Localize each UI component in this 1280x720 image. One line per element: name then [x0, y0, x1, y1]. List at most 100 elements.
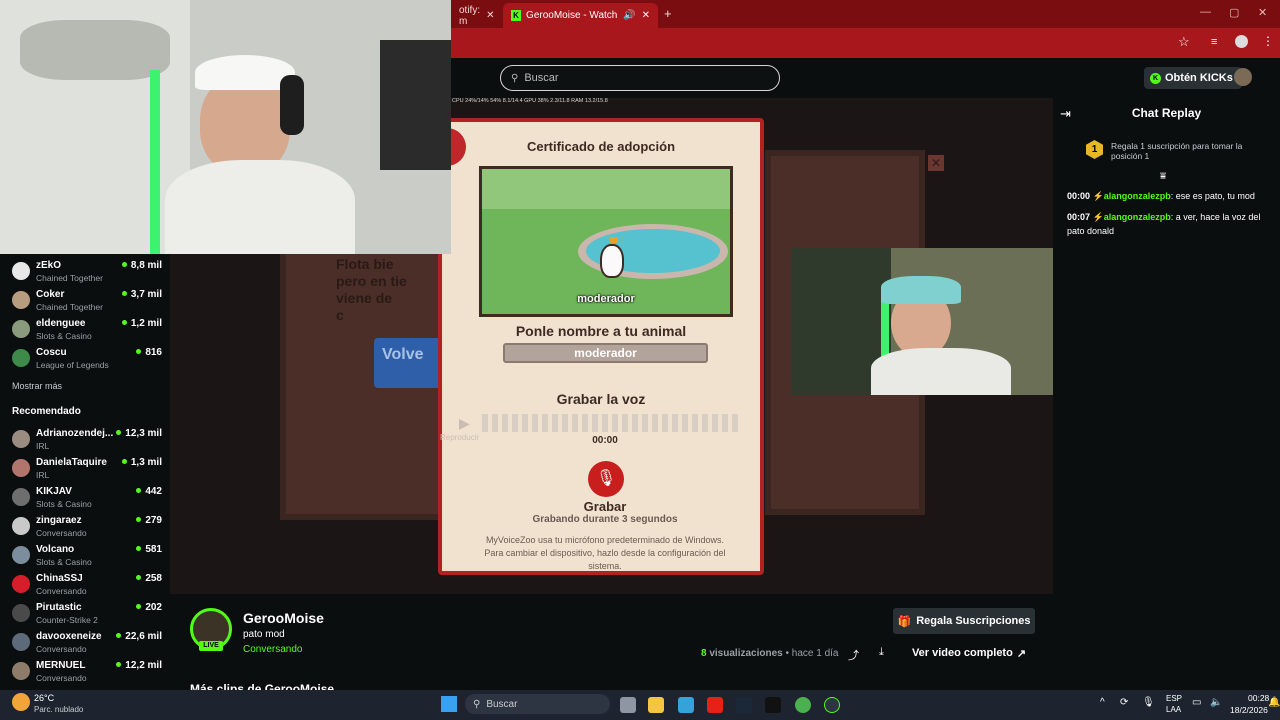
profile-avatar[interactable]	[1235, 35, 1248, 48]
menu-kebab-icon[interactable]: ⋮	[1262, 34, 1274, 48]
avatar	[12, 430, 30, 448]
show-more-link[interactable]: Mostrar más	[12, 381, 62, 391]
gift-leaderboard-prompt[interactable]: Regala 1 suscripción para tomar la posic…	[1111, 141, 1261, 161]
download-icon[interactable]: ⤓	[879, 646, 884, 659]
sidebar-channel[interactable]: Coker Chained Together 3,7 mil	[12, 287, 162, 316]
search-input[interactable]: ⚲ Buscar	[500, 65, 780, 91]
maximize-icon[interactable]: ▢	[1229, 6, 1239, 19]
sidebar-channel[interactable]: eldenguee Slots & Casino 1,2 mil	[12, 316, 162, 345]
viewer-count: 816	[136, 347, 162, 358]
user-avatar[interactable]	[1234, 68, 1252, 86]
close-icon[interactable]: ✕	[642, 10, 650, 21]
record-button-label: Grabar	[583, 499, 627, 514]
close-icon[interactable]: ✕	[486, 10, 494, 21]
chat-message: 00:00 ⚡alangonzalezpb: ese es pato, tu m…	[1067, 191, 1255, 201]
tray-expand-icon[interactable]: ^	[1100, 697, 1105, 708]
minimize-icon[interactable]: —	[1200, 6, 1211, 18]
channel-name: Coscu	[36, 347, 67, 358]
stats-overlay: CPU 24%/14% 54% 8.1/14.4 GPU 38% 2.3/11.…	[452, 98, 608, 104]
viewer-count: 1,2 mil	[122, 318, 162, 329]
youtube-icon[interactable]	[707, 697, 723, 713]
tab-spotify[interactable]: otify: m ✕	[451, 3, 501, 28]
channel-category: IRL	[36, 441, 50, 451]
sidebar-channel[interactable]: zEkO Chained Together 8,8 mil	[12, 258, 162, 287]
channel-name: DanielaTaquire	[36, 457, 107, 468]
input-language[interactable]: ESP	[1166, 694, 1182, 703]
bookmark-star-icon[interactable]: ☆	[1178, 34, 1190, 50]
gift-subs-button[interactable]: 🎁 Regala Suscripciones	[893, 608, 1035, 634]
chrome-icon[interactable]	[795, 697, 811, 713]
message-user[interactable]: alangonzalezpb	[1104, 212, 1171, 222]
close-window-icon[interactable]: ✕	[1258, 6, 1267, 19]
channel-name: ChinaSSJ	[36, 573, 83, 584]
microphone-icon: 🎙	[588, 461, 624, 497]
speaker-icon[interactable]: 🔊	[623, 10, 635, 21]
gift-icon: 🎁	[897, 615, 912, 628]
avatar	[12, 546, 30, 564]
viewer-count: 8,8 mil	[122, 260, 162, 271]
clock-date[interactable]: 18/2/2026	[1230, 705, 1268, 715]
full-video-label: Ver video completo	[911, 647, 1013, 659]
share-icon[interactable]: ⤴	[848, 647, 859, 663]
name-prompt: Ponle nombre a tu animal	[515, 323, 687, 339]
sidebar-channel[interactable]: zingaraez Conversando 279	[12, 513, 162, 542]
tab-label: otify: m	[459, 4, 481, 27]
network-icon[interactable]: ▭	[1192, 697, 1201, 708]
get-kicks-button[interactable]: K Obtén KICKs	[1144, 67, 1242, 89]
external-link-icon: ↗	[1016, 647, 1027, 660]
sidebar-channel[interactable]: davooxeneize Conversando 22,6 mil	[12, 629, 162, 658]
task-view-icon[interactable]	[620, 697, 636, 713]
notification-icon[interactable]: 🔔	[1268, 697, 1280, 708]
channel-category: League of Legends	[36, 360, 109, 370]
channel-name[interactable]: GerooMoise	[243, 610, 324, 626]
duck-sprite	[600, 244, 624, 278]
channel-category: Chained Together	[36, 302, 103, 312]
viewer-count: 3,7 mil	[122, 289, 162, 300]
views-count: 8	[701, 648, 707, 659]
channel-category: Conversando	[36, 586, 87, 596]
sidebar-channel[interactable]: KIKJAV Slots & Casino 442	[12, 484, 162, 513]
volume-icon[interactable]: 🔈	[1210, 697, 1222, 708]
tab-kick[interactable]: K GerooMoise - Watch clips o 🔊 ✕	[503, 3, 658, 28]
weather-icon[interactable]	[12, 693, 30, 711]
game-back-button: Volve	[374, 338, 444, 388]
avatar	[12, 517, 30, 535]
sidebar-channel[interactable]: Pirutastic Counter-Strike 2 202	[12, 600, 162, 629]
channel-category: IRL	[36, 470, 50, 480]
new-tab-button[interactable]: +	[664, 6, 672, 21]
live-badge: LIVE	[199, 641, 223, 651]
gift-rank-badge: 1	[1086, 140, 1103, 159]
sidebar-channel[interactable]: Volcano Slots & Casino 581	[12, 542, 162, 571]
pinned-toggle-icon[interactable]: ⩸	[1160, 171, 1166, 182]
media-control-icon[interactable]: ≡	[1211, 36, 1217, 48]
message-user[interactable]: alangonzalezpb	[1104, 191, 1171, 201]
store-icon[interactable]	[678, 697, 694, 713]
record-title: Grabar la voz	[556, 391, 646, 407]
obs-icon[interactable]	[824, 697, 840, 713]
taskbar-search[interactable]: ⚲ Buscar	[465, 694, 610, 714]
input-region[interactable]: LAA	[1166, 705, 1181, 714]
sidebar-channel[interactable]: Coscu League of Legends 816	[12, 345, 162, 374]
sync-icon[interactable]: ⟳	[1120, 697, 1128, 708]
sidebar-channel[interactable]: DanielaTaquire IRL 1,3 mil	[12, 455, 162, 484]
channel-name: eldenguee	[36, 318, 86, 329]
windows-start-icon[interactable]	[441, 696, 457, 712]
clip-category[interactable]: Conversando	[243, 644, 302, 655]
sidebar-channel[interactable]: Adrianozendej... IRL 12,3 mil	[12, 426, 162, 455]
steam-icon[interactable]	[736, 697, 752, 713]
avatar	[12, 488, 30, 506]
microphone-tray-icon[interactable]: 🎙	[1142, 697, 1155, 708]
full-video-button[interactable]: Ver video completo ↗	[904, 641, 1034, 665]
facecam-main	[0, 0, 451, 254]
file-explorer-icon[interactable]	[648, 697, 664, 713]
channel-category: Counter-Strike 2	[36, 615, 98, 625]
sidebar-channel[interactable]: MERNUEL Conversando 12,2 mil	[12, 658, 162, 687]
recommended-heading: Recomendado	[12, 406, 81, 417]
clock-time[interactable]: 00:28	[1248, 693, 1269, 703]
animal-name-label: moderador	[577, 293, 635, 305]
viewer-count: 202	[136, 602, 162, 613]
avatar	[12, 604, 30, 622]
sidebar-channel[interactable]: ChinaSSJ Conversando 258	[12, 571, 162, 600]
chat-panel: ⇥ Chat Replay 1 Regala 1 suscripción par…	[1053, 98, 1280, 690]
tiktok-icon[interactable]	[765, 697, 781, 713]
